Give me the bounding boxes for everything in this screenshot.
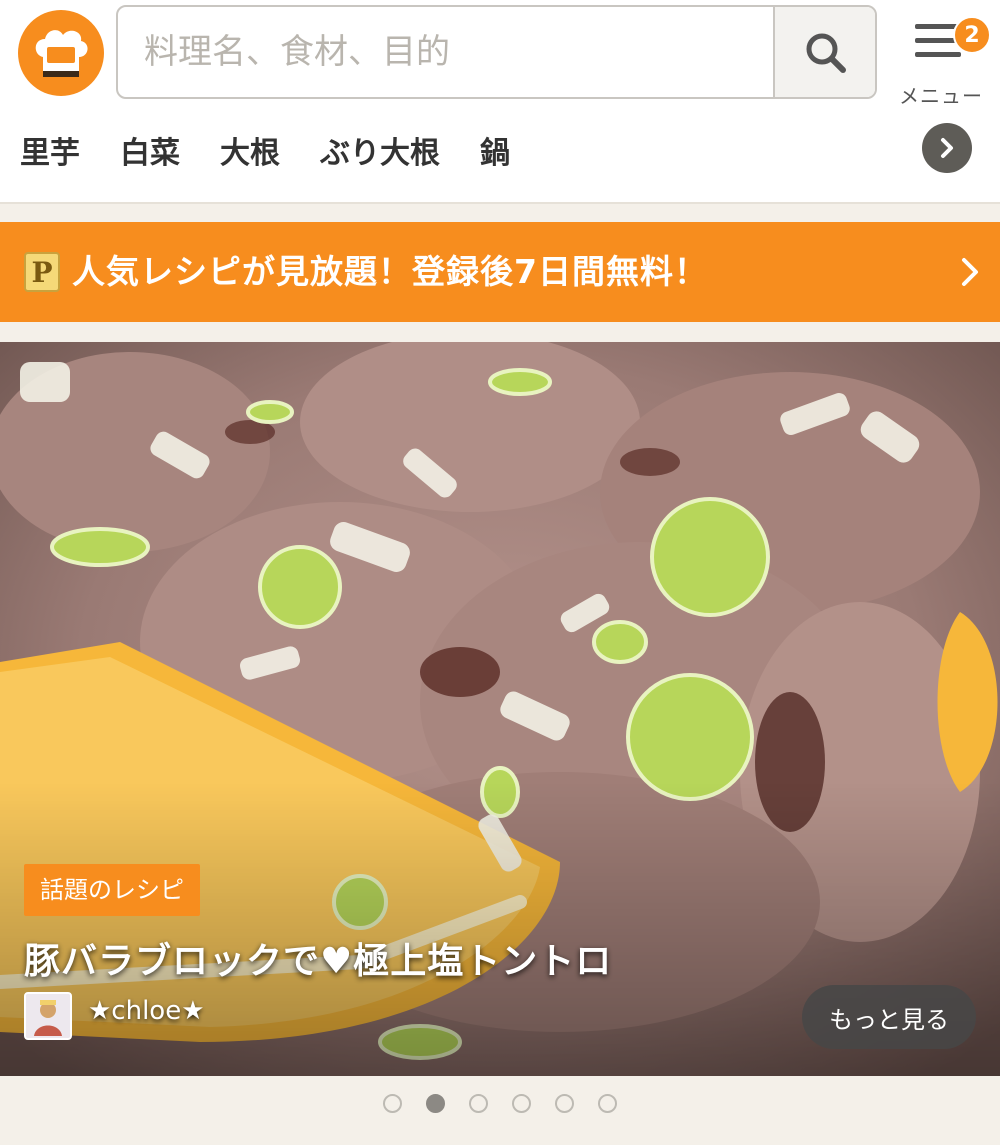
featured-recipe-card[interactable]: 話題のレシピ 豚バラブロックで♥極上塩トントロ ★chloe★ もっと見る bbox=[0, 342, 1000, 1076]
see-more-button[interactable]: もっと見る bbox=[802, 985, 976, 1049]
carousel-dot[interactable] bbox=[598, 1094, 617, 1113]
carousel-dot[interactable] bbox=[469, 1094, 488, 1113]
menu-label: メニュー bbox=[899, 84, 983, 108]
menu-button[interactable]: 2 メニュー bbox=[893, 10, 993, 108]
carousel-dot[interactable] bbox=[383, 1094, 402, 1113]
chevron-right-icon bbox=[941, 138, 953, 158]
keyword-link[interactable]: 大根 bbox=[220, 128, 280, 172]
carousel-dot[interactable] bbox=[426, 1094, 445, 1113]
author-avatar[interactable] bbox=[24, 992, 72, 1040]
chef-hat-logo[interactable] bbox=[18, 10, 104, 96]
keyword-link[interactable]: 白菜 bbox=[120, 128, 180, 172]
keyword-link[interactable]: 里芋 bbox=[20, 128, 80, 172]
banner-text: 人気レシピが見放題！登録後7日間無料！ bbox=[72, 252, 708, 291]
premium-banner[interactable]: P 人気レシピが見放題！登録後7日間無料！ bbox=[0, 222, 1000, 322]
chevron-right-icon bbox=[962, 258, 978, 286]
keywords-next-button[interactable] bbox=[922, 123, 972, 173]
search-button[interactable] bbox=[773, 7, 875, 97]
search-input[interactable] bbox=[118, 7, 778, 97]
keyword-link[interactable]: ぶり大根 bbox=[320, 128, 440, 172]
avatar-image bbox=[26, 994, 70, 1038]
premium-p-icon: P bbox=[24, 252, 60, 292]
recipe-title[interactable]: 豚バラブロックで♥極上塩トントロ bbox=[24, 932, 612, 984]
chef-hat-icon bbox=[35, 30, 88, 77]
keyword-link[interactable]: 鍋 bbox=[480, 128, 510, 172]
carousel-dot[interactable] bbox=[512, 1094, 531, 1113]
carousel-dot[interactable] bbox=[555, 1094, 574, 1113]
search-icon bbox=[806, 33, 846, 73]
trending-tag: 話題のレシピ bbox=[24, 864, 200, 916]
notification-badge: 2 bbox=[953, 16, 991, 54]
search-box bbox=[116, 5, 877, 99]
keyword-bar: 里芋 白菜 大根 ぶり大根 鍋 bbox=[20, 128, 510, 172]
carousel-indicators bbox=[0, 1094, 1000, 1113]
author-name[interactable]: ★chloe★ bbox=[88, 996, 205, 1026]
header: 2 メニュー 里芋 白菜 大根 ぶり大根 鍋 bbox=[0, 0, 1000, 204]
